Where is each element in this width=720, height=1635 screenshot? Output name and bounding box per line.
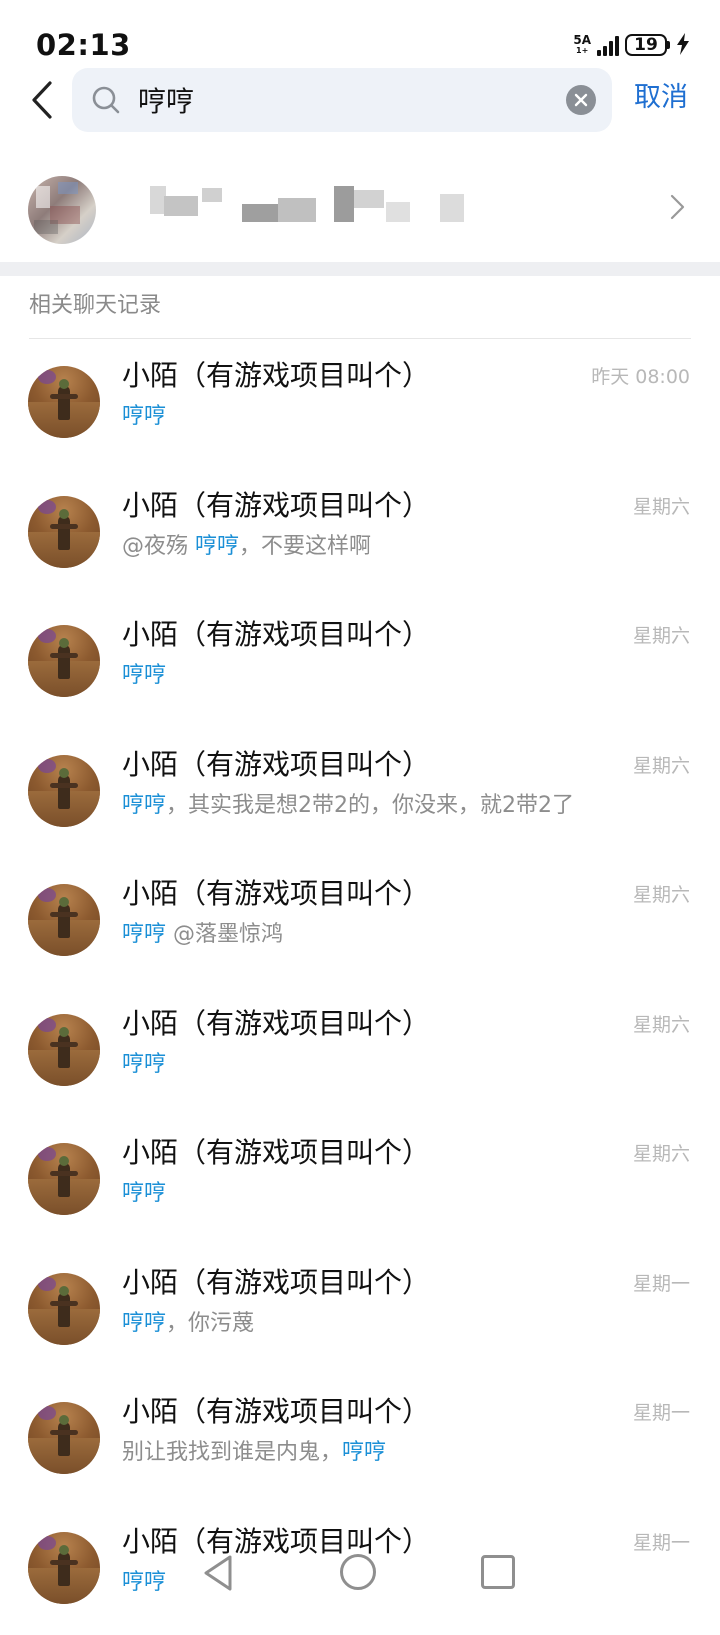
chat-time: 星期六	[633, 1141, 690, 1167]
chat-time: 星期六	[633, 753, 690, 779]
clear-icon[interactable]	[566, 85, 596, 115]
chat-results-list: 小陌（有游戏项目叫个）昨天 08:00哼哼小陌（有游戏项目叫个）星期六@夜殇 哼…	[0, 340, 720, 1635]
snippet-highlight: 哼哼	[122, 793, 166, 818]
chat-snippet: 哼哼，你污蔑	[122, 1307, 254, 1341]
chat-result-row[interactable]: 小陌（有游戏项目叫个） 星期六 @夜殇 哼哼，不要这样啊	[0, 470, 720, 600]
chat-result-row[interactable]: 小陌（有游戏项目叫个） 星期六哼哼	[0, 1117, 720, 1247]
search-header: 取消	[0, 66, 720, 134]
contact-result[interactable]	[0, 158, 720, 254]
chat-result-row[interactable]: 小陌（有游戏项目叫个） 星期一哼哼，你污蔑	[0, 1247, 720, 1377]
search-input[interactable]	[138, 68, 518, 132]
snippet-before: 别让我找到谁是内鬼，	[122, 1440, 342, 1465]
cancel-button[interactable]: 取消	[634, 78, 688, 118]
chat-snippet: 别让我找到谁是内鬼，哼哼	[122, 1436, 386, 1470]
chat-result-row[interactable]: 小陌（有游戏项目叫个） 星期六哼哼	[0, 988, 720, 1118]
chat-avatar	[28, 884, 100, 956]
chevron-right-icon	[668, 192, 688, 222]
section-divider	[0, 262, 720, 276]
chat-avatar	[28, 1143, 100, 1215]
status-bar: 02:13 5A 1+ 19	[0, 0, 720, 66]
chat-title: 小陌（有游戏项目叫个）	[122, 1263, 430, 1303]
chat-snippet: 哼哼，其实我是想2带2的，你没来，就2带2了	[122, 789, 574, 823]
snippet-highlight: 哼哼	[342, 1440, 386, 1465]
search-box[interactable]	[72, 68, 612, 132]
snippet-after: ，其实我是想2带2的，你没来，就2带2了	[166, 793, 574, 818]
snippet-after: ，不要这样啊	[239, 534, 371, 559]
chat-title: 小陌（有游戏项目叫个）	[122, 486, 430, 526]
snippet-highlight: 哼哼	[122, 663, 166, 688]
section-rule	[29, 338, 691, 339]
snippet-highlight: 哼哼	[195, 534, 239, 559]
chat-title: 小陌（有游戏项目叫个）	[122, 615, 430, 655]
network-type-label: 5A	[573, 35, 591, 46]
chat-result-row[interactable]: 小陌（有游戏项目叫个） 星期六哼哼	[0, 599, 720, 729]
battery-level: 19	[625, 34, 667, 56]
chat-time: 星期六	[633, 1012, 690, 1038]
snippet-highlight: 哼哼	[122, 404, 166, 429]
chat-snippet: 哼哼	[122, 400, 166, 434]
status-time: 02:13	[36, 27, 131, 63]
chat-snippet: 哼哼	[122, 1177, 166, 1211]
chat-avatar	[28, 1273, 100, 1345]
contact-name-blurred	[150, 186, 480, 230]
snippet-before: @夜殇	[122, 534, 195, 559]
snippet-highlight: 哼哼	[122, 922, 166, 947]
nav-back-icon[interactable]	[200, 1553, 240, 1593]
snippet-highlight: 哼哼	[122, 1311, 166, 1336]
snippet-highlight: 哼哼	[122, 1181, 166, 1206]
battery-icon: 19	[625, 34, 670, 56]
chat-title: 小陌（有游戏项目叫个）	[122, 1133, 430, 1173]
chat-result-row[interactable]: 小陌（有游戏项目叫个） 昨天 08:00 哼哼	[0, 340, 720, 470]
chat-result-row[interactable]: 小陌（有游戏项目叫个） 星期六哼哼 @落墨惊鸿	[0, 858, 720, 988]
contact-avatar	[28, 176, 96, 244]
chat-snippet: 哼哼	[122, 1048, 166, 1082]
chat-time: 星期一	[633, 1271, 690, 1297]
snippet-after: @落墨惊鸿	[166, 922, 283, 947]
chat-time: 星期一	[633, 1400, 690, 1426]
chat-avatar	[28, 366, 100, 438]
section-title: 相关聊天记录	[29, 291, 161, 321]
network-type-indicator: 5A 1+	[573, 35, 591, 55]
chat-result-row[interactable]: 小陌（有游戏项目叫个） 星期一别让我找到谁是内鬼，哼哼	[0, 1376, 720, 1506]
chat-title: 小陌（有游戏项目叫个）	[122, 745, 430, 785]
chat-title: 小陌（有游戏项目叫个）	[122, 874, 430, 914]
chat-avatar	[28, 755, 100, 827]
chat-title: 小陌（有游戏项目叫个）	[122, 356, 430, 396]
chat-avatar	[28, 1402, 100, 1474]
chat-time: 星期六	[633, 882, 690, 908]
chat-title: 小陌（有游戏项目叫个）	[122, 1392, 430, 1432]
system-nav-bar	[0, 1537, 720, 1607]
chat-time: 星期六	[633, 494, 690, 520]
bolt-icon	[676, 33, 690, 58]
network-sub-label: 1+	[576, 46, 588, 55]
chat-title: 小陌（有游戏项目叫个）	[122, 1004, 430, 1044]
nav-home-icon[interactable]	[340, 1554, 376, 1590]
chat-time: 昨天 08:00	[591, 364, 690, 390]
signal-icon	[597, 34, 619, 56]
chat-time: 星期六	[633, 623, 690, 649]
snippet-highlight: 哼哼	[122, 1052, 166, 1077]
chat-snippet: 哼哼	[122, 659, 166, 693]
nav-recent-icon[interactable]	[481, 1555, 515, 1589]
system-icons: 5A 1+ 19	[573, 30, 690, 60]
back-arrow-icon[interactable]	[22, 78, 62, 122]
chat-avatar	[28, 1014, 100, 1086]
search-icon	[90, 84, 122, 116]
chat-snippet: @夜殇 哼哼，不要这样啊	[122, 530, 371, 564]
chat-snippet: 哼哼 @落墨惊鸿	[122, 918, 283, 952]
chat-avatar	[28, 625, 100, 697]
chat-result-row[interactable]: 小陌（有游戏项目叫个） 星期六哼哼，其实我是想2带2的，你没来，就2带2了	[0, 729, 720, 859]
snippet-after: ，你污蔑	[166, 1311, 254, 1336]
chat-avatar	[28, 496, 100, 568]
